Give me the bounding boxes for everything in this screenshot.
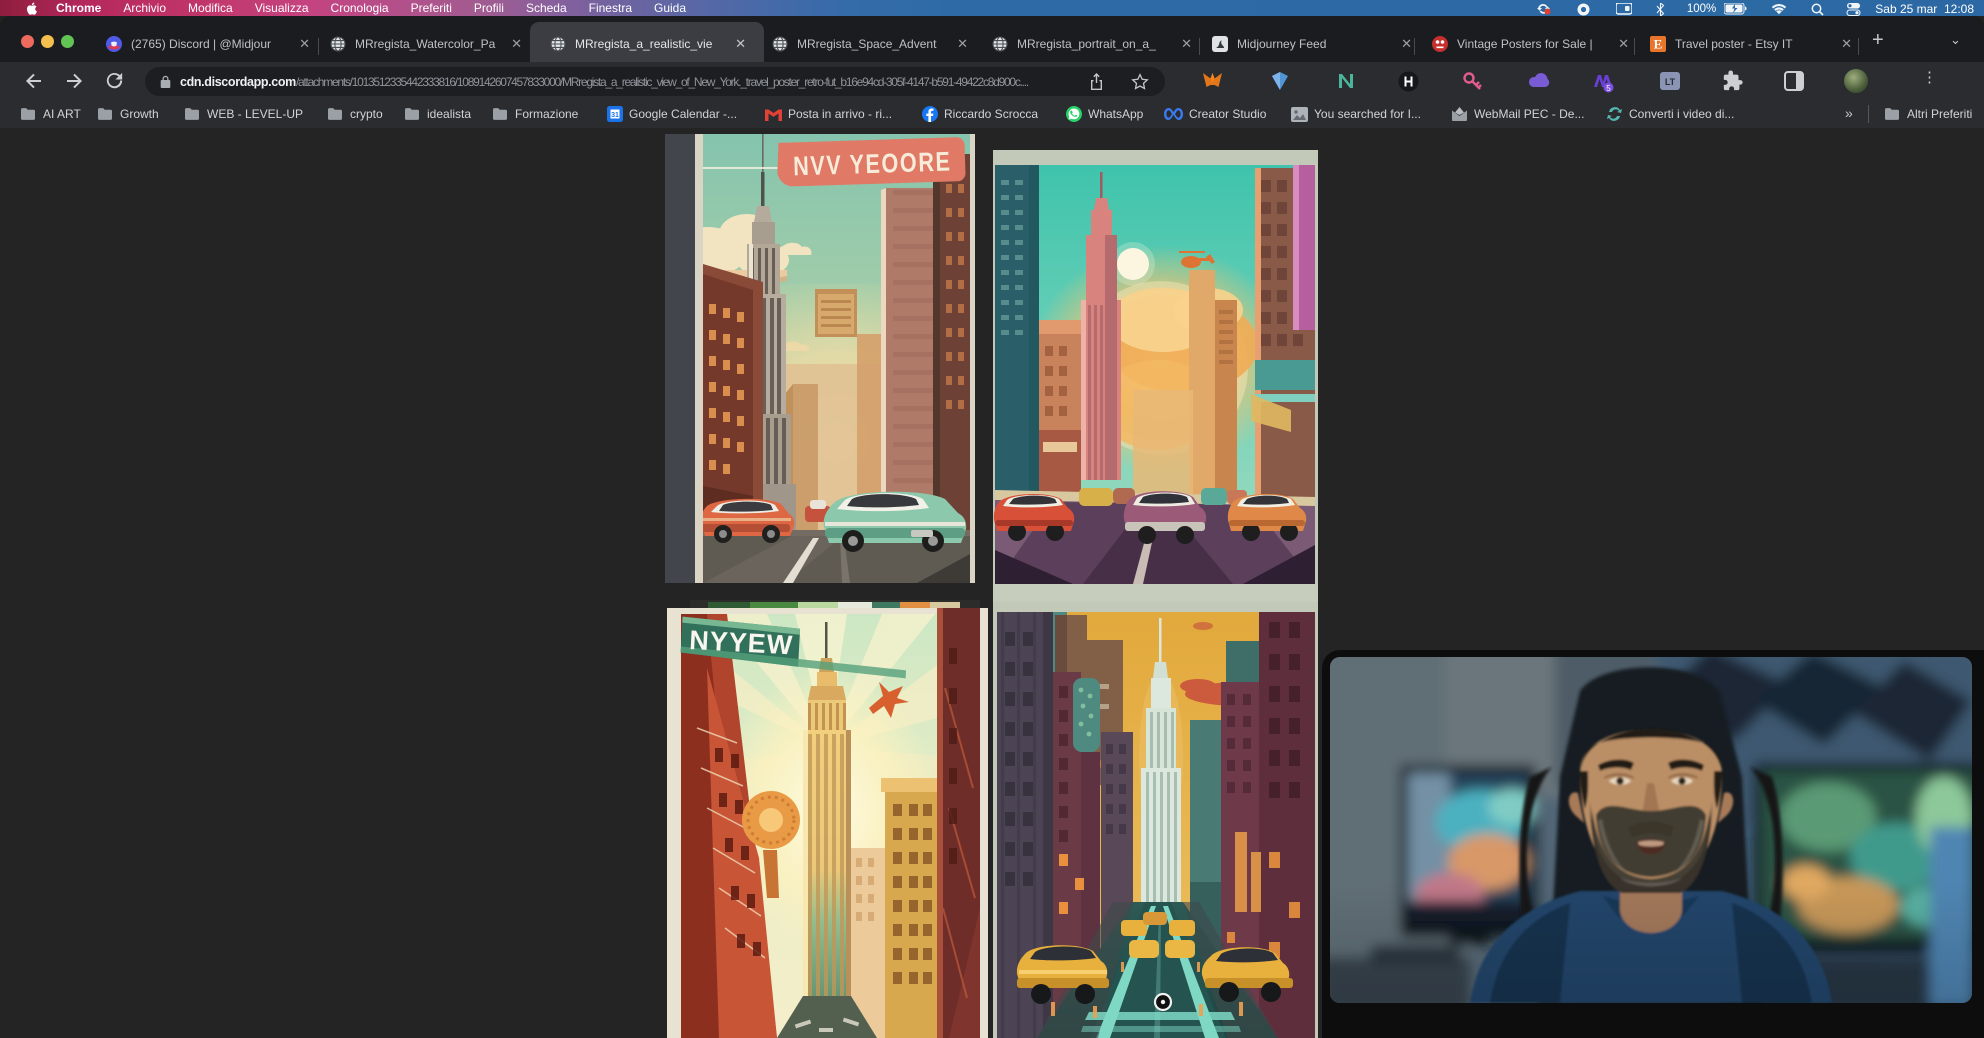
svg-text:NVV YEOORE: NVV YEOORE	[793, 147, 952, 182]
svg-text:31: 31	[611, 112, 619, 119]
svg-text:NYYEW: NYYEW	[689, 625, 794, 660]
svg-text:E: E	[1654, 37, 1663, 52]
svg-text:LT: LT	[1665, 77, 1676, 87]
svg-text:5: 5	[1606, 84, 1611, 93]
